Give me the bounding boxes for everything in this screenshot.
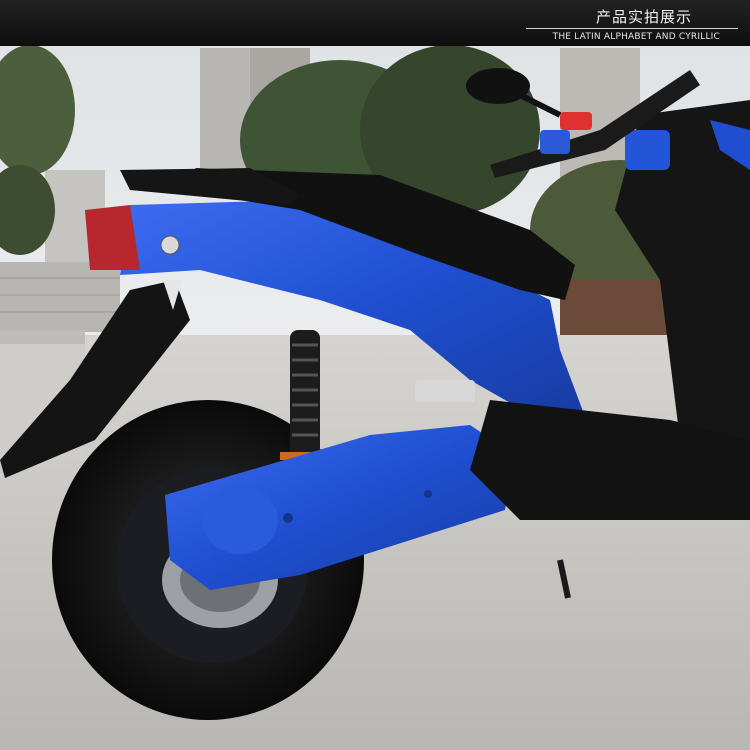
section-subtitle: THE LATIN ALPHABET AND CYRILLIC (552, 32, 720, 42)
ignition-lock (160, 235, 180, 255)
section-title: 产品实拍展示 (595, 8, 692, 26)
mirror (466, 68, 530, 104)
product-photo-page: 产品实拍展示 THE LATIN ALPHABET AND CYRILLIC (0, 0, 750, 750)
steps (0, 262, 120, 332)
reflector (415, 380, 475, 402)
scooter-photo (0, 46, 750, 750)
header-bar: 产品实拍展示 THE LATIN ALPHABET AND CYRILLIC (0, 0, 750, 47)
rear-shock (290, 330, 320, 460)
header-divider (526, 28, 738, 29)
